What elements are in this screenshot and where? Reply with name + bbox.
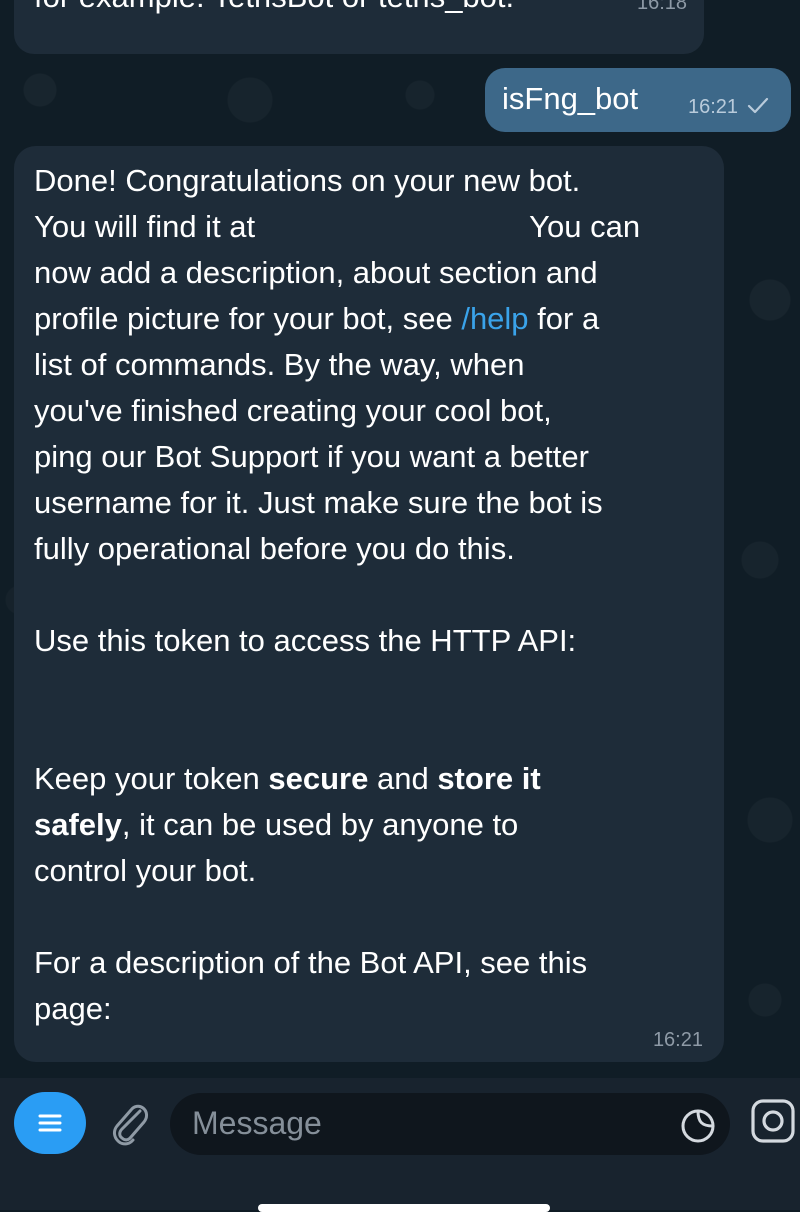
message-paragraph: Keep your token secure and store it safe… (34, 756, 714, 894)
message-placeholder: Message (192, 1105, 322, 1141)
bold-text: store it (437, 761, 541, 796)
message-time: 16:21 (652, 1029, 703, 1051)
menu-button[interactable] (14, 1092, 86, 1154)
message-line: page: (34, 991, 112, 1026)
message-line: you've finished creating your cool bot, (34, 393, 552, 428)
message-text: for a (528, 301, 600, 336)
message-line: ping our Bot Support if you want a bette… (34, 439, 589, 474)
message-paragraph: Use this token to access the HTTP API: (34, 618, 714, 664)
sticker-icon[interactable] (680, 1108, 716, 1144)
message-line: list of commands. By the way, when (34, 347, 525, 382)
message-time: 16:18 (637, 0, 688, 14)
message-line: Keep your token secure and store it (34, 756, 714, 802)
message-text: profile picture for your bot, see (34, 301, 462, 336)
message-line: fully operational before you do this. (34, 531, 515, 566)
message-line: You will find it at You can (34, 204, 714, 250)
message-line: now add a description, about section and (34, 255, 598, 290)
bold-text: safely (34, 807, 122, 842)
outgoing-message-bubble[interactable]: isFng_bot 16:21 (485, 68, 791, 132)
message-text: for example: TetrisBot or tetris_bot. (34, 0, 514, 17)
message-paragraph: Done! Congratulations on your new bot. Y… (34, 158, 714, 572)
message-text: isFng_bot (502, 81, 639, 116)
message-input-bar: Message (0, 1078, 800, 1210)
message-line: username for it. Just make sure the bot … (34, 485, 603, 520)
message-line: profile picture for your bot, see /help … (34, 296, 714, 342)
message-paragraph: For a description of the Bot API, see th… (34, 940, 714, 1032)
message-text: You will find it at (34, 209, 256, 244)
message-text: You can (529, 209, 641, 244)
help-command-link[interactable]: /help (461, 301, 528, 336)
message-text: and (368, 761, 438, 796)
message-line: control your bot. (34, 853, 257, 888)
paperclip-icon[interactable] (104, 1098, 152, 1148)
incoming-message-bubble[interactable]: Done! Congratulations on your new bot. Y… (14, 146, 724, 1062)
single-check-icon (747, 97, 769, 114)
bold-text: secure (268, 761, 369, 796)
camera-icon[interactable] (750, 1098, 796, 1144)
incoming-message-bubble[interactable]: for example: TetrisBot or tetris_bot. 16… (14, 0, 704, 54)
message-line: Use this token to access the HTTP API: (34, 623, 577, 658)
message-time: 16:21 (688, 96, 739, 118)
message-input[interactable]: Message (170, 1093, 730, 1155)
menu-icon (38, 1114, 62, 1132)
message-line: For a description of the Bot API, see th… (34, 945, 588, 980)
home-indicator[interactable] (258, 1204, 550, 1212)
message-text: , it can be used by anyone to (121, 807, 519, 842)
message-text: Keep your token (34, 761, 269, 796)
message-line: Done! Congratulations on your new bot. (34, 163, 581, 198)
message-line: safely, it can be used by anyone to (34, 802, 714, 848)
